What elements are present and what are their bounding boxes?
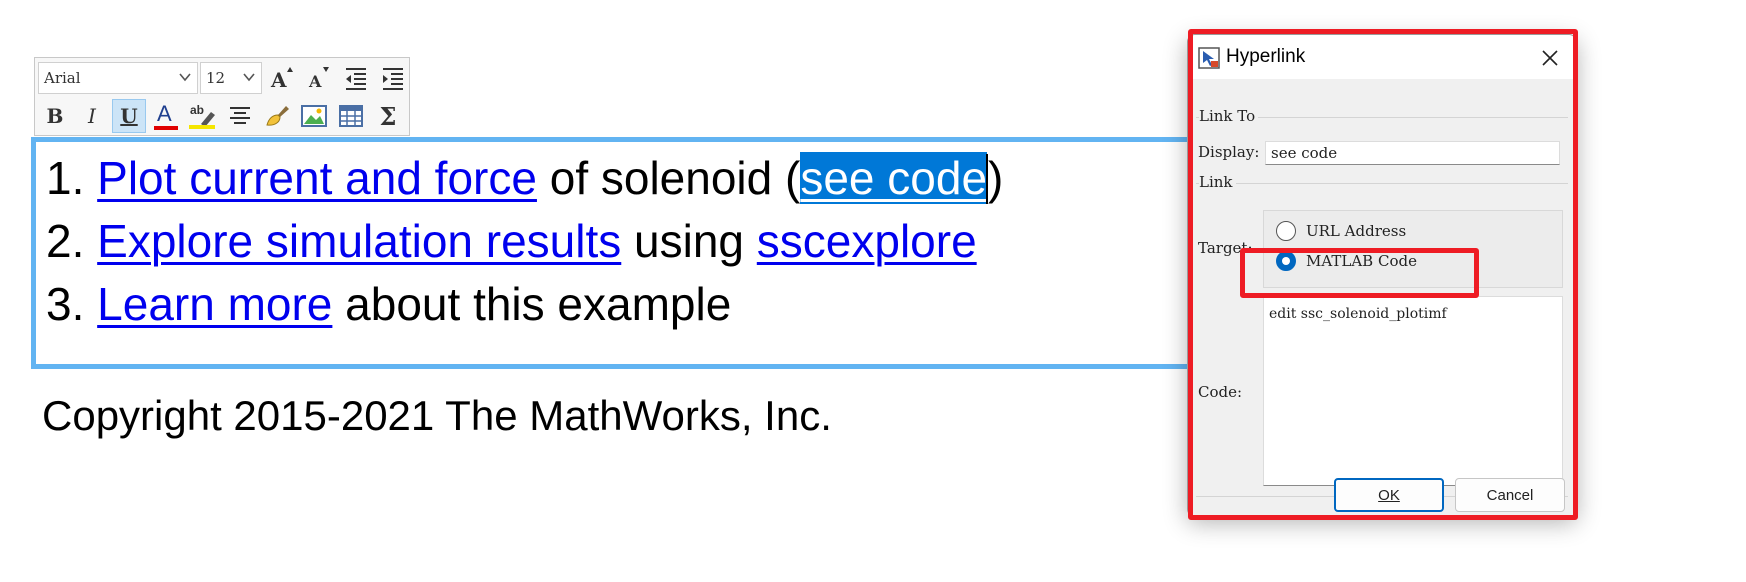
hyperlink-app-icon: [1198, 47, 1220, 69]
insert-table-button[interactable]: [334, 99, 368, 133]
italic-button[interactable]: I: [75, 99, 109, 133]
sigma-icon: Σ: [379, 101, 397, 131]
list-number: 2.: [46, 215, 85, 267]
highlight-glyph: ab: [190, 103, 204, 117]
decrease-font-size-button[interactable]: A: [302, 61, 336, 95]
format-painter-button[interactable]: [260, 99, 294, 133]
align-center-button[interactable]: [223, 99, 257, 133]
link-to-legend: Link To: [1199, 107, 1259, 125]
ok-button[interactable]: OK: [1334, 478, 1444, 512]
font-size-value: 12: [206, 69, 226, 87]
paintbrush-icon: [266, 106, 289, 126]
underline-icon: U: [120, 104, 138, 128]
target-label: Target:: [1198, 239, 1253, 257]
close-icon[interactable]: [1540, 48, 1560, 68]
radio-button-selected[interactable]: [1276, 251, 1296, 271]
highlight-icon: ab: [189, 103, 215, 129]
list-item: 1. Plot current and force of solenoid (s…: [46, 150, 1003, 206]
radio-label: MATLAB Code: [1306, 252, 1417, 270]
plot-current-link[interactable]: Plot current and force: [97, 152, 537, 204]
code-textarea[interactable]: edit ssc_solenoid_plotimf: [1263, 296, 1563, 486]
increase-indent-icon: [383, 68, 403, 90]
font-name-value: Arial: [44, 69, 81, 87]
list-text: about this example: [345, 278, 732, 330]
display-label: Display:: [1198, 143, 1260, 161]
toolbar-row-font: Arial 12 A A: [35, 60, 410, 96]
font-color-swatch: [154, 126, 178, 130]
increase-indent-button[interactable]: [376, 61, 410, 95]
paren-open: (: [785, 152, 801, 204]
list-number: 3.: [46, 278, 85, 330]
font-size-select[interactable]: 12: [200, 62, 262, 94]
hyperlink-dialog: Hyperlink Link To Display: see code Link…: [1187, 34, 1577, 517]
increase-font-glyph: A: [270, 68, 287, 91]
decrease-font-glyph: A: [308, 72, 322, 91]
code-label: Code:: [1198, 383, 1243, 401]
paren-close: ): [988, 152, 1004, 204]
rich-text-editor[interactable]: 1. Plot current and force of solenoid (s…: [31, 137, 1201, 369]
sscexplore-link[interactable]: sscexplore: [757, 215, 977, 267]
decrease-indent-icon: [346, 68, 366, 90]
formatting-toolbar: Arial 12 A A B I U A ab Σ: [34, 57, 410, 136]
list-text: of solenoid: [549, 152, 773, 204]
decrease-indent-button[interactable]: [339, 61, 373, 95]
font-color-button[interactable]: A: [149, 99, 183, 133]
chevron-down-icon: [179, 73, 191, 82]
highlight-button[interactable]: ab: [186, 99, 220, 133]
dialog-titlebar[interactable]: Hyperlink: [1188, 35, 1576, 79]
align-center-icon: [230, 107, 250, 124]
radio-matlab-code[interactable]: MATLAB Code: [1276, 251, 1417, 271]
link-legend: Link: [1199, 173, 1236, 191]
explore-results-link[interactable]: Explore simulation results: [97, 215, 621, 267]
learn-more-link[interactable]: Learn more: [97, 278, 332, 330]
see-code-link-selected[interactable]: see code: [800, 152, 988, 204]
cancel-button[interactable]: Cancel: [1455, 478, 1565, 512]
list-text: using: [634, 215, 745, 267]
increase-font-size-button[interactable]: A: [265, 61, 299, 95]
radio-button[interactable]: [1276, 221, 1296, 241]
dialog-title: Hyperlink: [1226, 46, 1306, 67]
list-number: 1.: [46, 152, 85, 204]
toolbar-row-format: B I U A ab Σ: [35, 98, 405, 134]
decrease-font-size-icon: A: [308, 67, 329, 91]
radio-label: URL Address: [1306, 222, 1407, 240]
increase-font-size-icon: A: [270, 67, 293, 91]
insert-image-button[interactable]: [297, 99, 331, 133]
table-icon: [339, 105, 363, 127]
font-color-letter: A: [157, 101, 172, 126]
ok-label: OK: [1378, 486, 1400, 504]
bold-button[interactable]: B: [38, 99, 72, 133]
italic-icon: I: [88, 104, 96, 128]
copyright-text: Copyright 2015-2021 The MathWorks, Inc.: [42, 392, 832, 439]
bold-icon: B: [46, 104, 64, 128]
cancel-label: Cancel: [1486, 486, 1534, 504]
font-color-icon: A: [154, 101, 178, 130]
image-icon: [301, 105, 327, 127]
font-name-select[interactable]: Arial: [38, 62, 198, 94]
chevron-down-icon: [243, 73, 255, 82]
radio-url-address[interactable]: URL Address: [1276, 221, 1406, 241]
underline-button[interactable]: U: [112, 99, 146, 133]
list-item: 2. Explore simulation results using ssce…: [46, 213, 977, 269]
code-value: edit ssc_solenoid_plotimf: [1269, 306, 1447, 322]
insert-equation-button[interactable]: Σ: [371, 99, 405, 133]
display-input[interactable]: see code: [1265, 141, 1560, 165]
target-radio-group: URL Address MATLAB Code: [1263, 210, 1563, 288]
list-item: 3. Learn more about this example: [46, 276, 731, 332]
